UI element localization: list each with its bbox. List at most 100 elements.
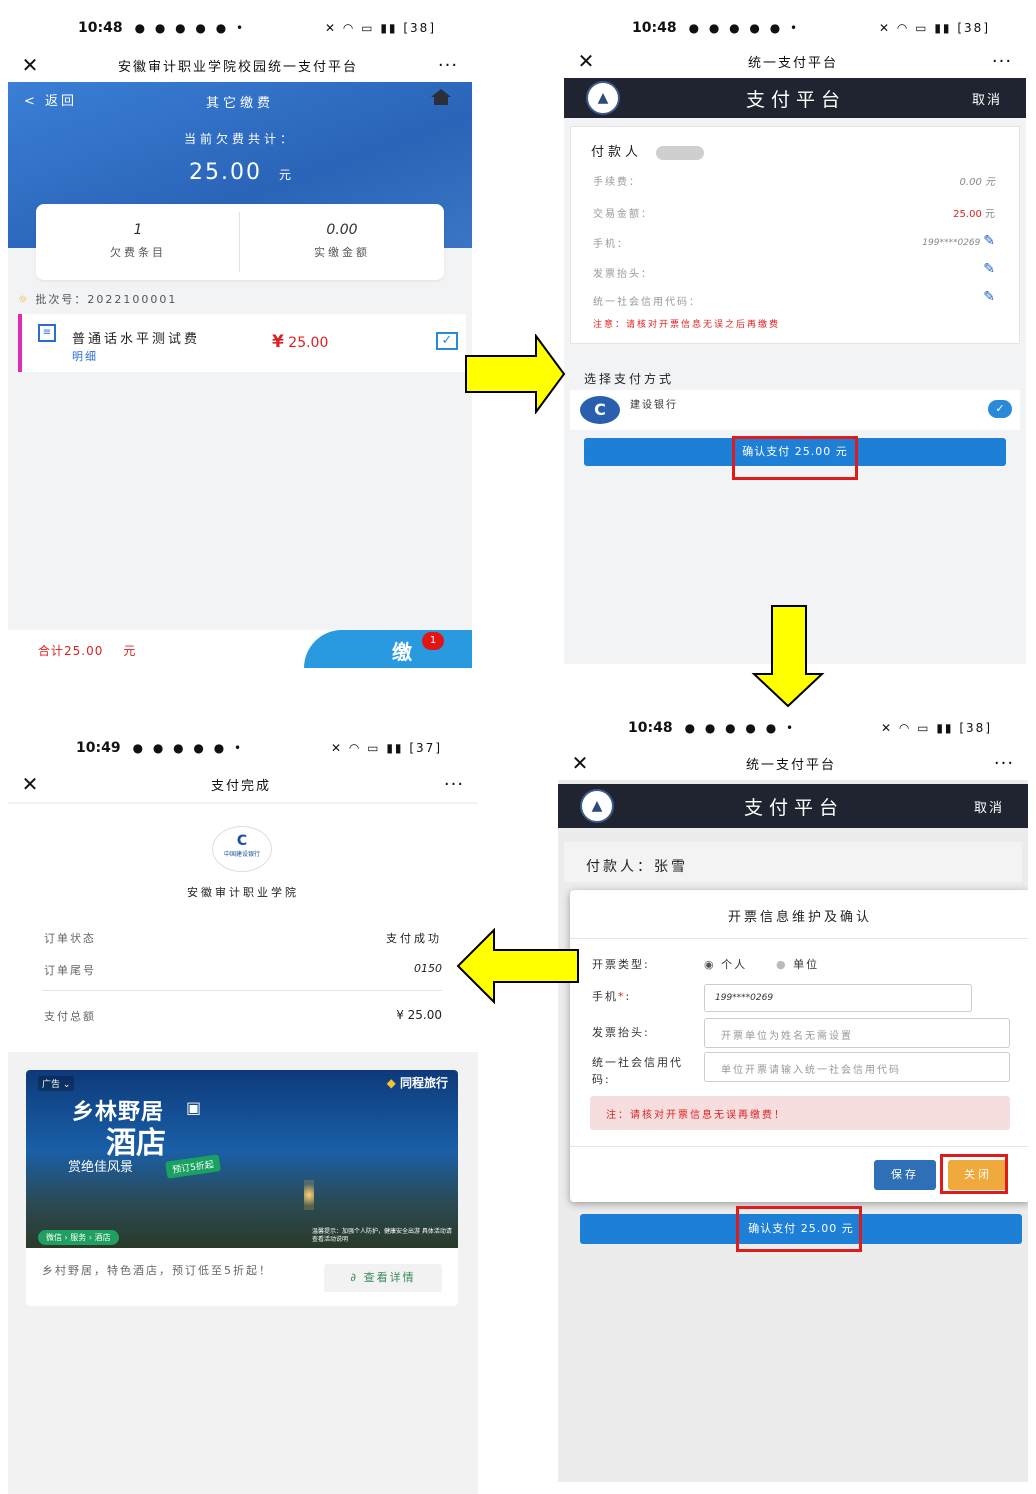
radio-personal[interactable]: ◉ 个人: [704, 956, 747, 972]
total-value: ¥ 25.00: [396, 1008, 442, 1022]
order-tail-label: 订单尾号: [44, 964, 96, 977]
merchant-name: 安徽审计职业学院: [187, 886, 299, 899]
order-tail-value: 0150: [414, 962, 442, 975]
invoice-type-label: 开票类型:: [592, 958, 650, 971]
ad-card[interactable]: 广告 ⌄ ◆ 同程旅行 乡林野居 ▣ 酒店 赏绝佳风景 预订5折起 微信 › 服…: [26, 1070, 458, 1306]
checkbox-checked-icon[interactable]: ✓: [436, 332, 458, 350]
radio-empty-icon: ●: [776, 958, 788, 971]
credit-code-label: 统一社会信用代码：: [593, 297, 701, 308]
ad-banner[interactable]: 广告 ⌄ ◆ 同程旅行 乡林野居 ▣ 酒店 赏绝佳风景 预订5折起 微信 › 服…: [26, 1070, 458, 1248]
screen-payment-complete: 10:49 ● ● ● ● ● • ✕ ◠ ▭ ▮▮ [37] ✕ 支付完成 ·…: [8, 728, 478, 1494]
phone-label: 手机*:: [592, 990, 632, 1003]
order-status-value: 支付成功: [386, 932, 442, 945]
ad-brand: ◆ 同程旅行: [386, 1076, 448, 1090]
system-status-icons: ✕ ◠ ▭ ▮▮ [38]: [881, 721, 992, 735]
trade-amount-label: 交易金额：: [593, 209, 653, 220]
footer-total: 合计25.00 元: [38, 644, 137, 658]
pay-logo-icon: 缴: [392, 640, 412, 664]
pay-button[interactable]: 缴 1: [304, 630, 472, 668]
brand-logo-icon: ◆: [386, 1076, 396, 1090]
status-bar: 10:48 ● ● ● ● ● • ✕ ◠ ▭ ▮▮ [38]: [564, 8, 1026, 48]
wechat-title-bar: ✕ 统一支付平台 ···: [564, 44, 1026, 78]
credit-code-label: 统一社会信用代码:: [592, 1056, 683, 1086]
payer-row: 付款人: [591, 141, 705, 160]
modal-divider: [570, 938, 1028, 939]
modal-footer-divider: [570, 1146, 1028, 1147]
more-icon[interactable]: ···: [978, 51, 1026, 72]
selected-check-icon: ✓: [988, 400, 1012, 418]
status-bar: 10:49 ● ● ● ● ● • ✕ ◠ ▭ ▮▮ [37]: [8, 728, 478, 768]
platform-title: 支付平台: [743, 796, 844, 819]
modal-title: 开票信息维护及确认: [727, 910, 872, 925]
more-icon[interactable]: ···: [430, 774, 478, 795]
platform-bar: ▲ 支付平台 取消: [558, 784, 1028, 828]
system-status-icons: ✕ ◠ ▭ ▮▮ [37]: [331, 741, 442, 755]
camera-icon: ▣: [186, 1098, 202, 1117]
batch-row: ☼ 批次号：2022100001: [18, 293, 178, 306]
total-label: 支付总额: [44, 1010, 96, 1023]
item-detail-link[interactable]: 明细: [72, 348, 98, 364]
bank-name: 建设银行: [630, 400, 678, 411]
phone-value: 199****0269 ✎: [922, 233, 995, 249]
cancel-button[interactable]: 取消: [972, 89, 1002, 108]
highlight-close-box: [940, 1154, 1008, 1194]
highlight-box: [732, 436, 858, 480]
edit-icon[interactable]: ✎: [983, 233, 995, 249]
receipt-panel: C 中国建设银行 安徽审计职业学院 订单状态 支付成功 订单尾号 0150 支付…: [8, 804, 478, 1052]
bank-option[interactable]: C 建设银行 ✓: [570, 390, 1020, 430]
close-icon[interactable]: ✕: [8, 53, 52, 77]
arrears-count: 1 欠费条目: [110, 222, 166, 259]
ad-tip: 温馨提示：加强个人防护，健康安全出游 具体活动请查看活动说明: [312, 1228, 452, 1243]
ad-path: 微信 › 服务 › 酒店: [38, 1230, 119, 1245]
fee-item-card[interactable]: ≡ 普通话水平测试费 明细 ¥ 25.00 ✓: [18, 314, 466, 372]
close-icon[interactable]: ✕: [8, 772, 52, 796]
lamp-light: [304, 1180, 314, 1210]
wechat-title-bar: ✕ 安徽审计职业学院校园统一支付平台 ···: [8, 48, 472, 82]
school-logo-icon: ▲: [580, 789, 614, 823]
payer-text: 付款人：张雪: [586, 859, 688, 875]
invoice-title-input[interactable]: 开票单位为姓名无需设置: [704, 1018, 1010, 1048]
order-status-label: 订单状态: [44, 932, 96, 945]
credit-code-input[interactable]: 单位开票请输入统一社会信用代码: [704, 1052, 1010, 1082]
ad-tag: 广告 ⌄: [38, 1076, 75, 1091]
window-title: 支付完成: [210, 778, 271, 794]
item-amount: ¥ 25.00: [272, 332, 329, 352]
status-bar: 10:48 ● ● ● ● ● • ✕ ◠ ▭ ▮▮ [38]: [558, 708, 1028, 748]
school-logo-icon: ▲: [586, 81, 620, 115]
payment-method-title: 选择支付方式: [584, 372, 675, 386]
more-icon[interactable]: ···: [424, 55, 472, 76]
screen-arrears: 10:48 ● ● ● ● ● • ✕ ◠ ▭ ▮▮ [38] ✕ 安徽审计职业…: [8, 8, 472, 668]
edit-credit-code-icon[interactable]: ✎: [983, 289, 995, 305]
edit-invoice-icon[interactable]: ✎: [983, 261, 995, 277]
view-details-button[interactable]: ∂ 查看详情: [324, 1264, 442, 1292]
home-icon[interactable]: [430, 88, 452, 106]
close-icon[interactable]: ✕: [558, 751, 602, 775]
status-bar: 10:48 ● ● ● ● ● • ✕ ◠ ▭ ▮▮ [38]: [8, 8, 472, 48]
notice-text: 注意：请核对开票信息无误之后再缴费: [593, 320, 781, 330]
radio-unit[interactable]: ● 单位: [776, 956, 819, 972]
document-icon: ≡: [38, 324, 56, 342]
arrow-right: [465, 334, 566, 414]
close-icon[interactable]: ✕: [564, 49, 608, 73]
screen-invoice-dialog: 10:48 ● ● ● ● ● • ✕ ◠ ▭ ▮▮ [38] ✕ 统一支付平台…: [558, 708, 1028, 1482]
ad-description: 乡村野居，特色酒店，预订低至5折起！: [42, 1264, 272, 1277]
cancel-button[interactable]: 取消: [974, 797, 1004, 816]
payment-info-card: 付款人 手续费： 0.00 元 交易金额： 25.00 元 手机： 199***…: [570, 126, 1020, 344]
arrears-label: 当前欠费共计：: [183, 132, 296, 146]
fee-label: 手续费：: [593, 177, 641, 188]
payer-name-blurred: [656, 145, 705, 160]
screen-payment-platform: 10:48 ● ● ● ● ● • ✕ ◠ ▭ ▮▮ [38] ✕ 统一支付平台…: [564, 8, 1026, 664]
platform-title: 支付平台: [745, 88, 846, 111]
window-title: 统一支付平台: [747, 55, 838, 71]
footer-bar: 合计25.00 元 缴 1: [8, 630, 472, 668]
trade-amount-value: 25.00 元: [953, 209, 995, 220]
save-button[interactable]: 保存: [874, 1160, 936, 1190]
app-notification-icons: ● ● ● ● ● •: [134, 21, 247, 35]
radio-selected-icon: ◉: [704, 958, 716, 971]
arrears-amount: 25.00 元: [188, 160, 292, 185]
more-icon[interactable]: ···: [980, 753, 1028, 774]
receipt-divider: [42, 990, 442, 991]
highlight-confirm-box: [736, 1206, 862, 1252]
phone-input[interactable]: 199****0269: [704, 984, 972, 1012]
ad-promo-badge: 预订5折起: [165, 1154, 221, 1179]
